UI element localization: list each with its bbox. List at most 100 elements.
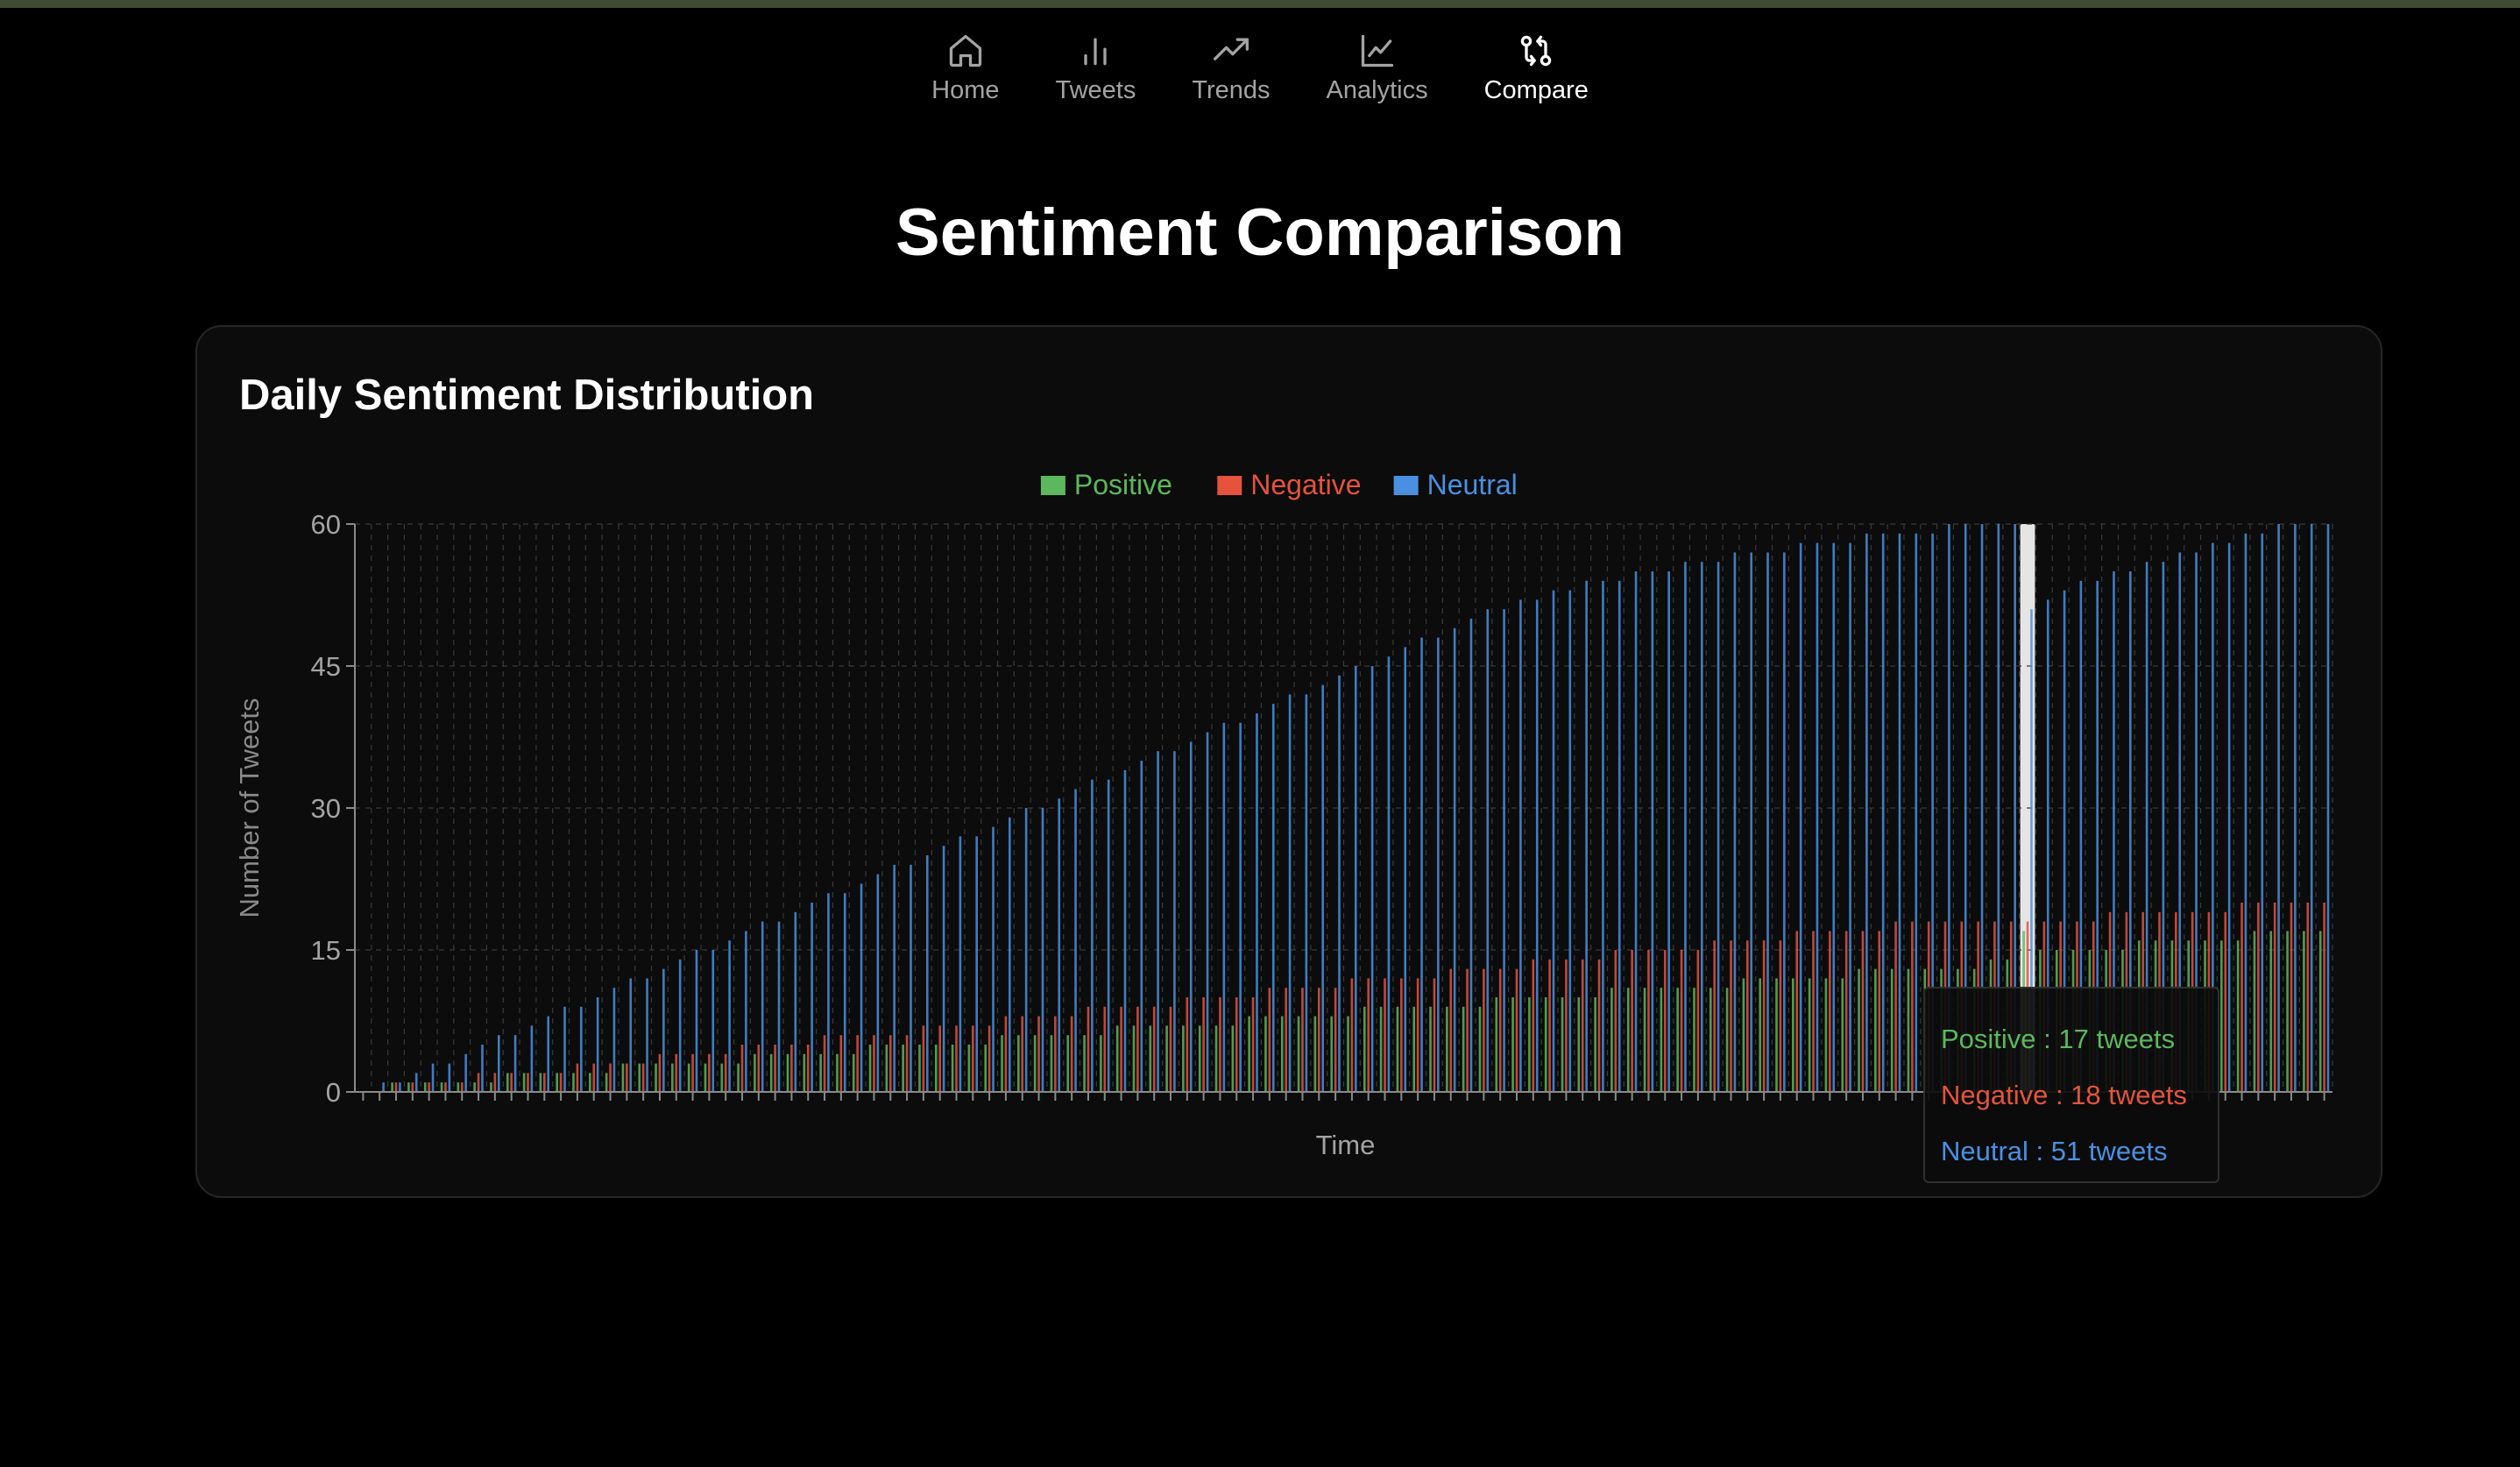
bar-neutral [448,1063,451,1092]
bar-neutral [1157,751,1159,1092]
nav-item-home[interactable]: Home [931,32,999,105]
bar-neutral [1783,552,1786,1092]
nav-label-tweets: Tweets [1055,76,1136,104]
bar-neutral [1206,732,1209,1092]
bar-negative [823,1035,826,1092]
bar-neutral [910,864,912,1092]
bar-positive [1214,1025,1218,1092]
bar-neutral [1107,779,1110,1092]
bar-positive [967,1045,971,1092]
bar-positive [1248,1016,1250,1092]
bar-neutral [1074,789,1077,1092]
nav-item-tweets[interactable]: Tweets [1055,32,1136,105]
bar-negative [1021,1016,1024,1092]
bar-positive [1561,997,1564,1092]
bar-positive [671,1063,674,1092]
bar-neutral [662,968,665,1092]
bar-positive [902,1045,904,1092]
line-chart-icon [1361,34,1393,67]
bar-positive [423,1082,427,1092]
bar-neutral [975,836,979,1092]
bar-positive [1100,1035,1102,1092]
nav-item-analytics[interactable]: Analytics [1327,32,1428,105]
bar-negative [1219,997,1221,1092]
bar-neutral [745,931,747,1092]
bar-positive [786,1053,789,1092]
bar-positive [621,1063,625,1092]
bar-negative [691,1053,694,1092]
bar-negative [1532,959,1535,1092]
nav-item-trends[interactable]: Trends [1192,32,1271,105]
bar-positive [1429,1006,1432,1092]
bar-negative [444,1082,447,1092]
bar-negative [1466,968,1469,1092]
bar-positive [1775,978,1778,1092]
bar-neutral [2244,533,2247,1092]
y-tick-label: 15 [311,935,341,966]
x-axis-title: Time [1316,1130,1376,1160]
bar-negative [576,1063,579,1092]
bar-negative [1483,968,1485,1092]
bar-positive [868,1045,872,1092]
bar-positive [1280,1016,1284,1092]
git-compare-icon [1521,35,1552,67]
bar-negative [1515,968,1518,1092]
bar-neutral [1222,722,1226,1092]
top-navigation: Home Tweets Trends Analytics Compare [0,32,2520,105]
bar-negative [790,1045,793,1092]
bar-negative [1317,988,1320,1092]
bar-neutral [728,940,731,1092]
top-accent-line [0,0,2520,8]
bar-positive [473,1082,476,1092]
bar-neutral [612,988,616,1092]
bar-neutral [1058,798,1061,1092]
bar-positive [1330,1016,1333,1092]
bar-positive [506,1073,509,1092]
bar-negative [411,1082,414,1092]
bar-neutral [1898,533,1901,1092]
bar-negative [1829,931,1831,1092]
bar-positive [1511,997,1514,1092]
bar-negative [510,1073,513,1092]
bar-positive [655,1063,657,1092]
bar-negative [1498,968,1502,1092]
bar-negative [2273,903,2276,1092]
bar-neutral [711,950,715,1092]
bar-positive [1033,1035,1037,1092]
bar-negative [1350,978,1354,1092]
bar-negative [1433,978,1436,1092]
bar-negative [1614,950,1617,1092]
page-title: Sentiment Comparison [895,195,1625,270]
bar-positive [1017,1035,1020,1092]
bar-neutral [464,1053,467,1092]
bar-positive [2253,931,2256,1092]
bar-positive [885,1045,888,1092]
bar-positive [1083,1035,1086,1092]
bar-neutral [893,864,895,1092]
bar-positive [1643,988,1646,1092]
bar-positive [1626,988,1630,1092]
legend-label-negative: Negative [1250,469,1361,500]
bar-neutral [1271,704,1275,1092]
bar-negative [873,1035,875,1092]
nav-item-compare[interactable]: Compare [1484,32,1589,105]
bar-negative [1565,959,1568,1092]
bar-positive [1759,978,1762,1092]
bar-negative [1779,940,1782,1092]
bar-positive [1001,1035,1003,1092]
bar-neutral [1355,666,1357,1092]
bar-negative [1861,931,1865,1092]
bar-negative [394,1082,398,1092]
bar-negative [2257,903,2260,1092]
bar-negative [1268,988,1271,1092]
bar-negative [1367,978,1370,1092]
bar-neutral [1239,722,1242,1092]
bar-neutral [1256,713,1258,1092]
bar-negative [2323,903,2325,1092]
bar-positive [1874,968,1877,1092]
bar-neutral [1321,684,1324,1092]
bar-negative [955,1025,958,1092]
bar-neutral [794,911,797,1092]
bar-positive [490,1082,492,1092]
bar-negative [708,1053,711,1092]
